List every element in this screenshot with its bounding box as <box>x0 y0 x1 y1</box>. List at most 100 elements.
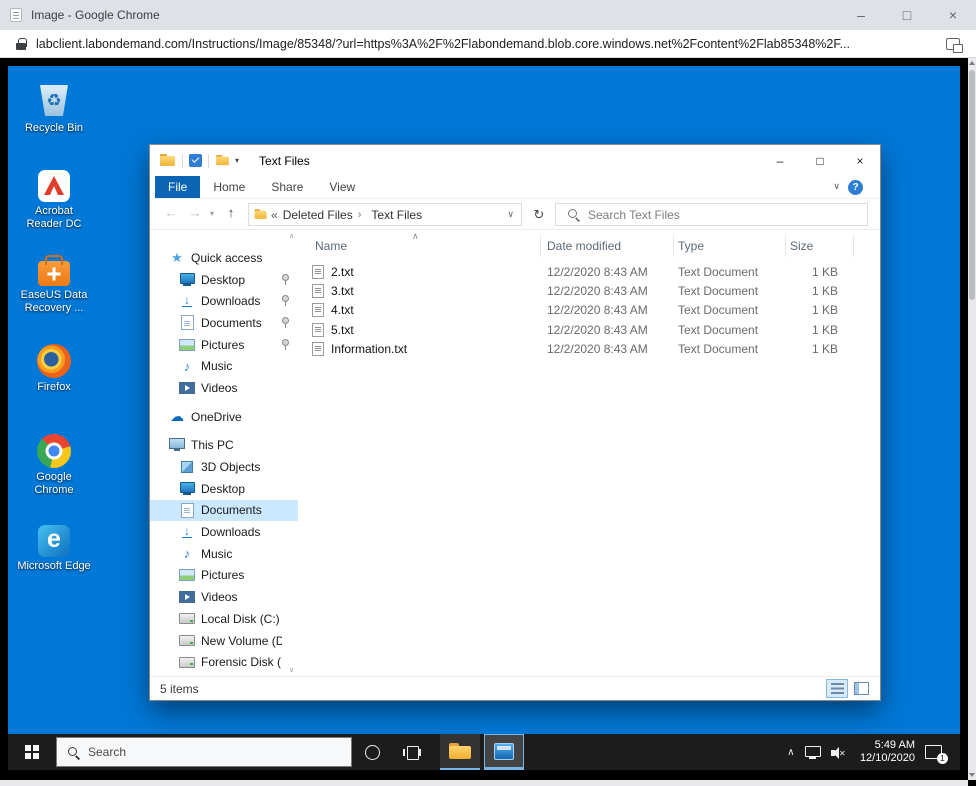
file-row[interactable]: 2.txt 12/2/2020 8:43 AM Text Document 1 … <box>298 262 854 281</box>
nav-item[interactable]: Downloads <box>150 521 298 543</box>
onedrive-icon <box>169 409 185 425</box>
nav-item[interactable]: Local Disk (C:) <box>150 608 298 630</box>
qat-customize-chevron-icon[interactable]: ▾ <box>235 156 239 165</box>
explorer-search-box[interactable]: Search Text Files <box>555 203 868 226</box>
nav-item[interactable]: Pictures <box>150 565 298 587</box>
forward-button[interactable]: → <box>186 205 204 220</box>
nav-item[interactable]: Desktop <box>150 269 298 291</box>
explorer-minimize-button[interactable]: – <box>760 145 800 176</box>
column-header-date-modified[interactable]: Date modified <box>541 235 674 257</box>
desktop-icon[interactable]: Google Chrome <box>16 433 92 497</box>
column-header-size[interactable]: Size <box>786 235 854 257</box>
cortana-button[interactable] <box>352 734 392 770</box>
nav-item[interactable]: 3D Objects <box>150 456 298 478</box>
desktop-icon[interactable]: Recycle Bin <box>16 83 92 135</box>
refresh-button[interactable]: ↻ <box>526 203 552 226</box>
nav-item[interactable]: New Volume (D: <box>150 630 298 652</box>
nav-pane-scrollbar[interactable]: ∧ ∨ <box>286 230 297 676</box>
nav-item[interactable]: Quick access <box>150 247 298 269</box>
breadcrumb-collapsed[interactable]: « <box>271 208 278 222</box>
file-row[interactable]: Information.txt 12/2/2020 8:43 AM Text D… <box>298 339 854 358</box>
browser-maximize-button[interactable]: □ <box>884 0 930 30</box>
back-button[interactable]: ← <box>162 205 180 220</box>
file-type: Text Document <box>678 264 759 279</box>
nav-item[interactable]: Downloads <box>150 290 298 312</box>
breadcrumb-parent[interactable]: Deleted Files <box>283 208 353 222</box>
scrollbar-up-icon[interactable] <box>969 61 975 65</box>
nav-item[interactable]: Pictures <box>150 334 298 356</box>
file-row[interactable]: 4.txt 12/2/2020 8:43 AM Text Document 1 … <box>298 301 854 320</box>
network-icon[interactable] <box>804 745 821 759</box>
help-button[interactable]: ? <box>848 180 863 195</box>
url-text[interactable]: labclient.labondemand.com/Instructions/I… <box>36 37 850 51</box>
address-dropdown-icon[interactable]: ∨ <box>507 209 521 220</box>
page-horizontal-scrollbar[interactable] <box>0 780 968 786</box>
scrollbar-down-icon[interactable] <box>969 773 975 777</box>
start-button[interactable] <box>8 734 56 770</box>
tray-time: 5:49 AM <box>874 739 915 751</box>
taskbar-clock[interactable]: 5:49 AM 12/10/2020 <box>860 739 915 765</box>
edge-icon <box>38 525 70 557</box>
explorer-close-button[interactable]: × <box>840 145 880 176</box>
ribbon-tab[interactable]: View <box>316 176 368 198</box>
file-row[interactable]: 5.txt 12/2/2020 8:43 AM Text Document 1 … <box>298 320 854 339</box>
remote-window-taskbar-button[interactable] <box>484 734 524 770</box>
file-name: 3.txt <box>331 283 354 298</box>
desktop-icon[interactable]: Acrobat Reader DC <box>16 168 92 231</box>
explorer-maximize-button[interactable]: □ <box>800 145 840 176</box>
desktop-icon[interactable]: EaseUS Data Recovery ... <box>16 253 92 315</box>
nav-item[interactable]: Documents <box>150 312 298 334</box>
details-view-button[interactable] <box>826 679 848 698</box>
column-header-type[interactable]: Type <box>674 235 786 257</box>
browser-minimize-button[interactable]: – <box>838 0 884 30</box>
qat-new-folder-icon[interactable] <box>216 154 230 166</box>
browser-addressbar[interactable]: labclient.labondemand.com/Instructions/I… <box>0 30 976 58</box>
nav-item[interactable]: OneDrive <box>150 406 298 428</box>
nav-item[interactable]: This PC <box>150 435 298 457</box>
nav-item[interactable]: Videos <box>150 586 298 608</box>
task-view-button[interactable] <box>392 734 432 770</box>
nav-item[interactable]: Desktop <box>150 478 298 500</box>
up-button[interactable]: ↑ <box>222 205 240 220</box>
desktop-icon[interactable]: Microsoft Edge <box>16 523 92 573</box>
scroll-up-icon[interactable]: ∧ <box>286 232 297 240</box>
nav-item[interactable]: Videos <box>150 377 298 399</box>
column-header-name[interactable]: Name <box>298 235 541 257</box>
page-action-icon[interactable] <box>946 37 963 53</box>
nav-item[interactable]: Documents <box>150 499 298 522</box>
address-bar[interactable]: « Deleted Files › Text Files ∨ <box>248 203 522 226</box>
documents-icon <box>179 315 195 331</box>
scroll-down-icon[interactable]: ∨ <box>286 666 297 674</box>
file-list: ∧ Name Date modified Type Size 2.txt 12/… <box>298 230 880 676</box>
taskbar-search-box[interactable]: Search <box>56 737 352 767</box>
ribbon-tab[interactable]: Share <box>258 176 316 198</box>
breadcrumb-current[interactable]: Text Files <box>371 208 422 222</box>
large-icons-view-button[interactable] <box>850 679 872 698</box>
nav-item[interactable]: Music <box>150 355 298 377</box>
recent-locations-chevron-icon[interactable]: ▾ <box>207 209 217 218</box>
nav-item-label: Documents <box>201 503 262 518</box>
ribbon-tab[interactable]: File <box>155 176 201 198</box>
nav-item[interactable]: Forensic Disk (F: <box>150 651 298 673</box>
ssl-lock-icon[interactable] <box>16 37 27 50</box>
ribbon-tab[interactable]: Home <box>200 176 258 198</box>
file-date-modified: 12/2/2020 8:43 AM <box>547 303 648 318</box>
nav-item-label: Videos <box>201 380 238 395</box>
scrollbar-thumb[interactable] <box>969 70 975 300</box>
windows-desktop[interactable]: Recycle Bin Acrobat Reader DC EaseUS Dat… <box>8 66 960 734</box>
file-row[interactable]: 3.txt 12/2/2020 8:43 AM Text Document 1 … <box>298 281 854 300</box>
videos-icon <box>179 380 195 396</box>
ribbon-collapse-icon[interactable]: ∨ <box>823 181 850 192</box>
desktop-icon[interactable]: Firefox <box>16 343 92 394</box>
volume-muted-icon[interactable] <box>830 746 849 759</box>
browser-close-button[interactable]: × <box>930 0 976 30</box>
file-name: 5.txt <box>331 322 354 337</box>
action-center-icon[interactable]: 1 <box>925 745 948 764</box>
nav-item[interactable]: Music <box>150 543 298 565</box>
page-vertical-scrollbar[interactable] <box>968 58 976 780</box>
tray-expand-icon[interactable]: ∧ <box>782 747 800 758</box>
cortana-icon <box>364 744 380 760</box>
qat-properties-icon[interactable] <box>189 154 202 167</box>
file-explorer-taskbar-button[interactable] <box>440 734 480 770</box>
explorer-titlebar[interactable]: ▾ Text Files – □ × <box>150 145 880 176</box>
